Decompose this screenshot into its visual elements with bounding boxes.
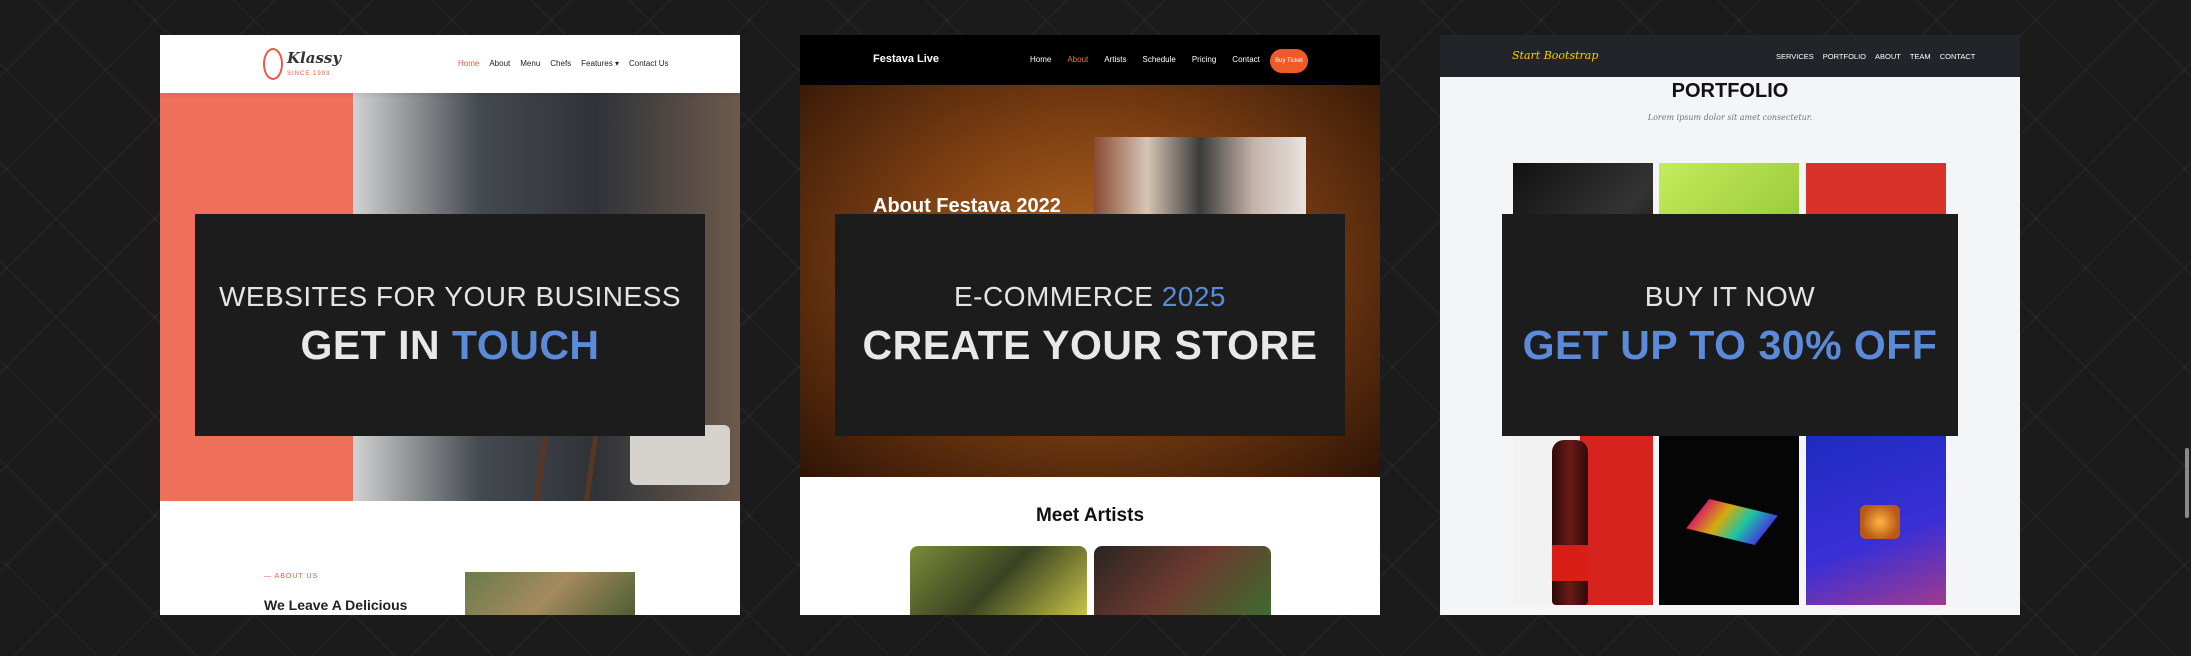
preview-nav-item: Pricing [1191, 55, 1217, 64]
preview-nav-item: Contact Us [628, 59, 669, 68]
preview-nav-item: About [489, 59, 511, 68]
preview-brand: Start Bootstrap [1512, 49, 1599, 62]
preview-nav-menu: Home About Menu Chefs Features ▾ Contact… [458, 59, 669, 68]
product-image [1860, 505, 1900, 539]
overlay-title: GET UP TO 30% OFF [1522, 322, 1938, 368]
preview-brand: Festava Live [873, 53, 940, 65]
preview-navbar: Festava Live Home About Artists Schedule… [800, 35, 1380, 85]
preview-section-title: PORTFOLIO [1671, 80, 1789, 102]
preview-section-heading: We Leave A Delicious [264, 597, 408, 613]
template-card-restaurant[interactable]: Klassy SINCE 1993 Home About Menu Chefs … [160, 35, 740, 615]
preview-buy-ticket-button: Buy Ticket [1270, 49, 1308, 73]
preview-nav-menu: Home About Artists Schedule Pricing Cont… [1030, 55, 1260, 64]
preview-nav-item: TEAM [1909, 52, 1931, 61]
overlay-subtitle: E-COMMERCE 2025 [954, 279, 1226, 315]
preview-nav-item: Contact [1232, 55, 1260, 64]
page-scrollbar[interactable] [2185, 448, 2189, 518]
preview-nav-item: Home [1030, 55, 1052, 64]
overlay-subtitle: WEBSITES FOR YOUR BUSINESS [218, 281, 682, 312]
overlay-title-highlight: TOUCH [452, 322, 600, 368]
preview-nav-item: Home [458, 59, 480, 68]
preview-artist-photo [1094, 546, 1271, 615]
logo-icon [263, 48, 283, 80]
preview-nav-item: SERVICES [1776, 52, 1814, 61]
preview-nav-item: Menu [520, 59, 541, 68]
preview-section-label: — ABOUT US [264, 573, 319, 580]
preview-nav-item: Chefs [550, 59, 572, 68]
preview-photo [465, 572, 635, 615]
preview-nav-item: About [1067, 55, 1089, 64]
preview-nav-menu: SERVICES PORTFOLIO ABOUT TEAM CONTACT [1776, 52, 1975, 61]
overlay-title: GET IN TOUCH [300, 319, 599, 371]
preview-section-subtitle: Lorem ipsum dolor sit amet consectetur. [1647, 113, 1813, 122]
preview-navbar: Start Bootstrap SERVICES PORTFOLIO ABOUT… [1440, 35, 2020, 77]
overlay-title: CREATE YOUR STORE [862, 322, 1318, 368]
card-overlay[interactable]: BUY IT NOW GET UP TO 30% OFF [1502, 214, 1958, 436]
preview-logo-sub: SINCE 1993 [287, 71, 331, 77]
preview-section-title: Meet Artists [1035, 505, 1145, 526]
card-overlay[interactable]: WEBSITES FOR YOUR BUSINESS GET IN TOUCH [195, 214, 705, 436]
preview-artist-photo [910, 546, 1087, 615]
template-card-portfolio[interactable]: Start Bootstrap SERVICES PORTFOLIO ABOUT… [1440, 35, 2020, 615]
preview-nav-item: Artists [1104, 55, 1127, 64]
overlay-subtitle-highlight: 2025 [1161, 281, 1227, 312]
preview-navbar: Klassy SINCE 1993 Home About Menu Chefs … [160, 35, 740, 93]
template-card-festival[interactable]: About Festava 2022 Festava Live Home Abo… [800, 35, 1380, 615]
bottle-label-image [1552, 545, 1588, 581]
preview-nav-item: CONTACT [1939, 52, 1976, 61]
preview-nav-item: PORTFOLIO [1822, 52, 1866, 61]
preview-nav-item: Schedule [1142, 55, 1176, 64]
preview-nav-item: Features ▾ [581, 59, 619, 68]
preview-nav-item: ABOUT [1875, 52, 1901, 61]
overlay-subtitle-part: E-COMMERCE [953, 281, 1162, 312]
overlay-title-part: GET IN [300, 322, 453, 368]
card-overlay[interactable]: E-COMMERCE 2025 CREATE YOUR STORE [835, 214, 1345, 436]
overlay-subtitle: BUY IT NOW [1644, 281, 1816, 312]
preview-logo: Klassy [287, 49, 342, 67]
